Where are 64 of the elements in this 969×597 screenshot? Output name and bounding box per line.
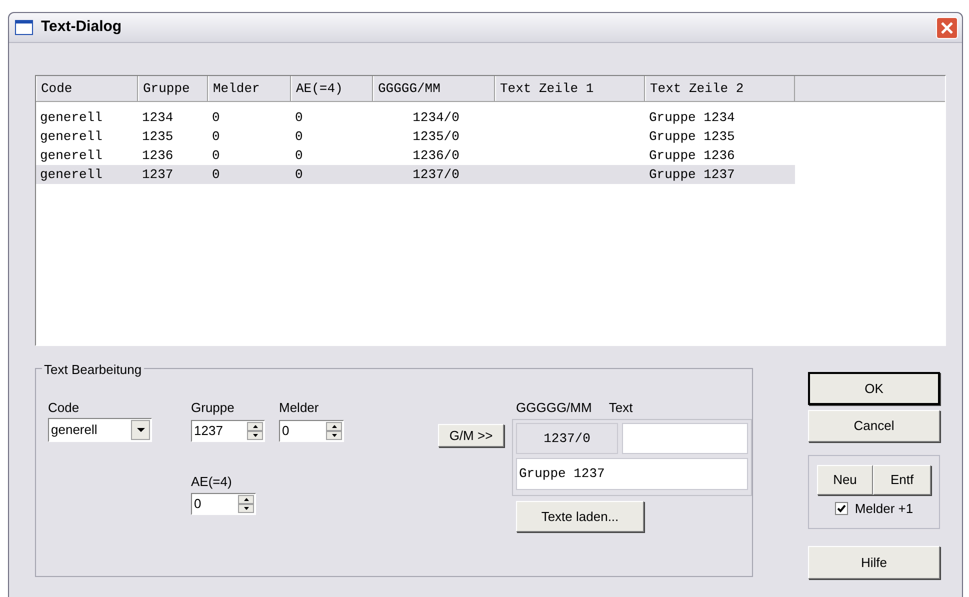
table-cell: 1236/0 xyxy=(412,148,460,163)
table-cell: 0 xyxy=(212,128,220,144)
spin-up-icon[interactable] xyxy=(247,422,263,431)
field-label: Melder xyxy=(279,399,320,416)
cancel-button[interactable]: Cancel xyxy=(808,410,940,442)
table-cell: 0 xyxy=(295,128,303,144)
table-cell: generell xyxy=(40,128,102,144)
table-cell: 0 xyxy=(295,110,303,125)
table-cell: 1234/0 xyxy=(412,110,460,125)
table-cell: 0 xyxy=(212,166,220,182)
table-cell: Gruppe 1236 xyxy=(649,148,735,163)
spin-up-icon[interactable] xyxy=(326,422,342,431)
column-header[interactable]: AE(=4) xyxy=(291,76,373,101)
column-header[interactable]: Gruppe xyxy=(138,76,208,101)
melder-spinbox[interactable]: 0 xyxy=(279,420,344,442)
spin-down-icon[interactable] xyxy=(247,431,263,440)
help-button[interactable]: Hilfe xyxy=(808,546,940,579)
close-button[interactable] xyxy=(936,16,958,38)
field-label: AE(=4) xyxy=(191,473,233,490)
column-header[interactable]: Text Zeile 1 xyxy=(495,76,645,101)
ae-spinbox[interactable]: 0 xyxy=(191,493,256,515)
table-cell: Gruppe 1237 xyxy=(649,166,735,182)
field-label: Text xyxy=(608,399,633,416)
table-cell: generell xyxy=(40,166,102,182)
close-icon xyxy=(941,22,953,34)
table-cell: 1237 xyxy=(142,166,174,182)
field-label: Gruppe xyxy=(191,399,236,416)
table-cell: 0 xyxy=(212,148,220,163)
new-button[interactable]: Neu xyxy=(817,465,873,495)
spin-down-icon[interactable] xyxy=(326,431,342,440)
gm-value-field: 1237/0 xyxy=(516,423,618,454)
text-line-field[interactable]: Gruppe 1237 xyxy=(516,458,748,490)
field-label: GGGGG/MM xyxy=(516,399,592,416)
spin-down-icon[interactable] xyxy=(238,504,254,513)
column-header[interactable]: Code xyxy=(36,76,138,101)
delete-button[interactable]: Entf xyxy=(873,465,931,495)
window-title: Text-Dialog xyxy=(41,17,122,38)
column-header[interactable]: Text Zeile 2 xyxy=(645,76,795,101)
table-cell: 1234 xyxy=(142,110,174,125)
table-cell: generell xyxy=(40,110,102,125)
table-cell: Gruppe 1235 xyxy=(649,128,735,144)
table-cell: 0 xyxy=(295,166,303,182)
table-cell: Gruppe 1234 xyxy=(649,110,735,125)
table-cell: 0 xyxy=(295,148,303,163)
table-cell: 0 xyxy=(212,110,220,125)
table-cell: 1235 xyxy=(142,128,174,144)
table-cell: generell xyxy=(40,148,102,163)
window-icon xyxy=(15,20,33,35)
ok-button[interactable]: OK xyxy=(808,372,940,405)
gm-button[interactable]: G/M >> xyxy=(438,424,504,447)
column-header[interactable]: Melder xyxy=(208,76,291,101)
spin-up-icon[interactable] xyxy=(238,495,254,504)
table-row[interactable]: generell 1237 0 0 1237/0 Gruppe 1237 xyxy=(36,165,795,184)
code-dropdown[interactable]: generell xyxy=(48,418,152,442)
gruppe-spinbox[interactable]: 1237 xyxy=(191,420,265,442)
column-header[interactable]: GGGGG/MM xyxy=(373,76,495,101)
checkbox[interactable] xyxy=(834,502,848,516)
checkbox-label: Melder +1 xyxy=(854,500,914,518)
field-label: Code xyxy=(48,399,80,416)
text-line-field[interactable] xyxy=(622,423,748,454)
table-cell: 1236 xyxy=(142,148,174,163)
load-texts-button[interactable]: Texte laden... xyxy=(516,501,644,532)
table-cell: 1237/0 xyxy=(412,166,460,182)
table-cell: 1235/0 xyxy=(412,128,460,144)
